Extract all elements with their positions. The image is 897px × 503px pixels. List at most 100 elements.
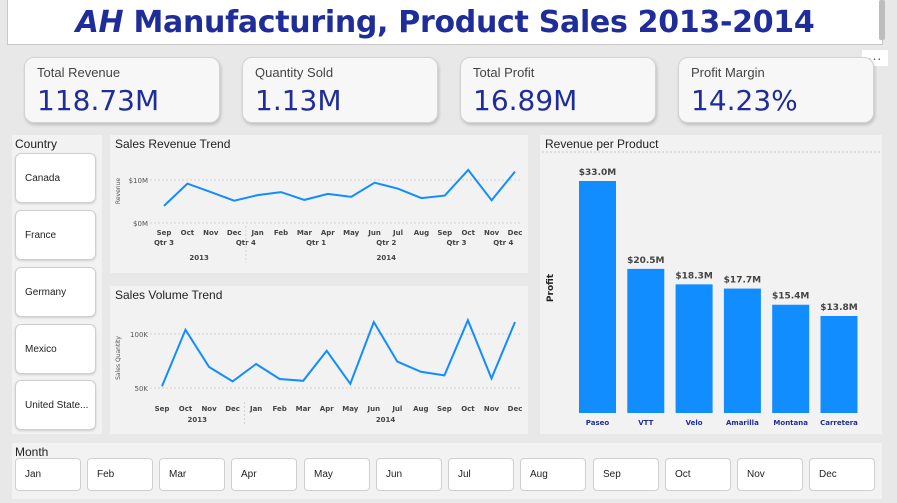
revenue-series-line bbox=[163, 168, 516, 207]
country-slicer-title: Country bbox=[15, 137, 58, 151]
bar bbox=[579, 181, 616, 413]
month-item-feb[interactable]: Feb bbox=[87, 458, 153, 491]
bar bbox=[627, 268, 665, 413]
data-label: $33.0M bbox=[579, 168, 616, 178]
quarter-label: Qtr 4 bbox=[493, 239, 513, 247]
x-tick-label: Feb bbox=[273, 405, 287, 413]
x-tick-label: Oct bbox=[461, 229, 475, 237]
year-label: 2014 bbox=[376, 416, 396, 424]
bar bbox=[772, 304, 810, 413]
y-tick-label: $0M bbox=[133, 220, 148, 228]
x-tick-label: Sep bbox=[157, 229, 172, 237]
country-slicer: Country Canada France Germany Mexico Uni… bbox=[12, 135, 102, 434]
month-item-aug[interactable]: Aug bbox=[520, 458, 586, 491]
month-item-may[interactable]: May bbox=[304, 458, 370, 491]
month-item-mar[interactable]: Mar bbox=[159, 458, 225, 491]
kpi-value: 118.73M bbox=[37, 84, 160, 117]
x-tick-label: Nov bbox=[484, 229, 500, 237]
category-label: Carretera bbox=[820, 419, 858, 427]
month-item-apr[interactable]: Apr bbox=[231, 458, 297, 491]
month-item-jul[interactable]: Jul bbox=[448, 458, 514, 491]
x-tick-label: Jun bbox=[367, 405, 381, 413]
x-tick-label: Feb bbox=[274, 229, 288, 237]
month-item-nov[interactable]: Nov bbox=[737, 458, 803, 491]
x-tick-label: Jul bbox=[391, 405, 402, 413]
revenue-per-product-panel: Revenue per Product Profit $33.0M Paseo $2… bbox=[540, 135, 882, 434]
x-tick-label: Jun bbox=[367, 229, 381, 237]
quarter-label: Qtr 3 bbox=[154, 239, 174, 247]
x-tick-label: Mar bbox=[296, 405, 312, 413]
x-tick-label: Sep bbox=[155, 405, 170, 413]
year-label: 2013 bbox=[188, 416, 208, 424]
kpi-value: 16.89M bbox=[473, 84, 578, 117]
country-item-mexico[interactable]: Mexico bbox=[15, 324, 96, 374]
country-item-france[interactable]: France bbox=[15, 210, 96, 260]
kpi-label: Total Profit bbox=[473, 65, 535, 80]
x-tick-label: Dec bbox=[227, 229, 242, 237]
x-tick-label: Apr bbox=[321, 229, 335, 237]
kpi-label: Quantity Sold bbox=[255, 65, 334, 80]
month-item-dec[interactable]: Dec bbox=[809, 458, 875, 491]
sales-revenue-trend-panel: Sales Revenue Trend Revenue $10M $0M Sep… bbox=[110, 135, 528, 273]
x-tick-label: Sep bbox=[437, 405, 452, 413]
kpi-value: 1.13M bbox=[255, 84, 342, 117]
kpi-card-total-profit: Total Profit 16.89M bbox=[460, 57, 656, 123]
month-item-sep[interactable]: Sep bbox=[593, 458, 659, 491]
x-tick-label: Jan bbox=[249, 405, 262, 413]
volume-series-line bbox=[161, 317, 516, 387]
x-tick-label: Dec bbox=[225, 405, 240, 413]
kpi-label: Total Revenue bbox=[37, 65, 121, 80]
category-label: Montana bbox=[773, 419, 808, 427]
year-label: 2014 bbox=[377, 254, 397, 262]
y-axis-label: Sales Quantity bbox=[115, 336, 122, 380]
dashboard-title-bar: AH Manufacturing, Product Sales 2013-201… bbox=[7, 0, 883, 45]
category-label: VTT bbox=[638, 419, 653, 427]
month-item-jan[interactable]: Jan bbox=[15, 458, 81, 491]
title-prefix: AH bbox=[75, 4, 124, 40]
y-axis-label: Profit bbox=[546, 273, 556, 302]
month-slicer-title: Month bbox=[15, 445, 49, 459]
x-tick-label: Jan bbox=[250, 229, 263, 237]
scrollbar[interactable] bbox=[879, 0, 885, 40]
x-tick-label: Aug bbox=[413, 405, 428, 413]
month-item-oct[interactable]: Oct bbox=[665, 458, 731, 491]
x-tick-label: May bbox=[342, 405, 358, 413]
x-tick-label: Aug bbox=[414, 229, 429, 237]
x-tick-label: Oct bbox=[461, 405, 475, 413]
kpi-card-quantity-sold: Quantity Sold 1.13M bbox=[242, 57, 438, 123]
y-tick-label: 100K bbox=[130, 331, 148, 339]
kpi-value: 14.23% bbox=[691, 84, 798, 117]
y-tick-label: $10M bbox=[129, 177, 148, 185]
y-axis-label: Revenue bbox=[115, 178, 122, 204]
country-item-united-states[interactable]: United State... bbox=[15, 380, 96, 430]
quarter-label: Qtr 2 bbox=[376, 239, 396, 247]
x-tick-label: Jul bbox=[392, 229, 403, 237]
data-label: $13.8M bbox=[820, 303, 857, 313]
x-tick-label: Nov bbox=[484, 405, 500, 413]
x-tick-label: Nov bbox=[203, 229, 219, 237]
sales-revenue-chart: Revenue $10M $0M Sep Oct Nov Dec Jan Feb Mar Ap… bbox=[115, 168, 523, 263]
year-label: 2013 bbox=[189, 254, 209, 262]
x-tick-label: Apr bbox=[320, 405, 334, 413]
kpi-card-total-revenue: Total Revenue 118.73M bbox=[24, 57, 220, 123]
x-tick-label: Oct bbox=[181, 229, 195, 237]
x-tick-label: May bbox=[343, 229, 359, 237]
y-tick-label: 50K bbox=[135, 385, 149, 393]
month-item-jun[interactable]: Jun bbox=[376, 458, 442, 491]
x-tick-label: Nov bbox=[201, 405, 217, 413]
country-item-canada[interactable]: Canada bbox=[15, 153, 96, 203]
x-tick-label: Sep bbox=[437, 229, 452, 237]
kpi-label: Profit Margin bbox=[691, 65, 765, 80]
category-label: Amarilla bbox=[726, 419, 759, 427]
data-label: $18.3M bbox=[675, 271, 712, 281]
quarter-label: Qtr 3 bbox=[446, 239, 466, 247]
x-tick-label: Dec bbox=[508, 229, 523, 237]
month-slicer: Month Jan Feb Mar Apr May Jun Jul Aug Se… bbox=[12, 443, 882, 499]
country-item-germany[interactable]: Germany bbox=[15, 267, 96, 317]
category-label: Velo bbox=[686, 419, 703, 427]
revenue-per-product-chart: Profit $33.0M Paseo $20.5M VTT $18.3M Velo $17… bbox=[542, 151, 880, 427]
kpi-card-profit-margin: Profit Margin 14.23% bbox=[678, 57, 874, 123]
data-label: $15.4M bbox=[772, 292, 809, 302]
sales-volume-chart: Sales Quantity 100K 50K Sep Oct Nov Dec Jan F… bbox=[115, 317, 522, 425]
x-tick-label: Mar bbox=[297, 229, 313, 237]
